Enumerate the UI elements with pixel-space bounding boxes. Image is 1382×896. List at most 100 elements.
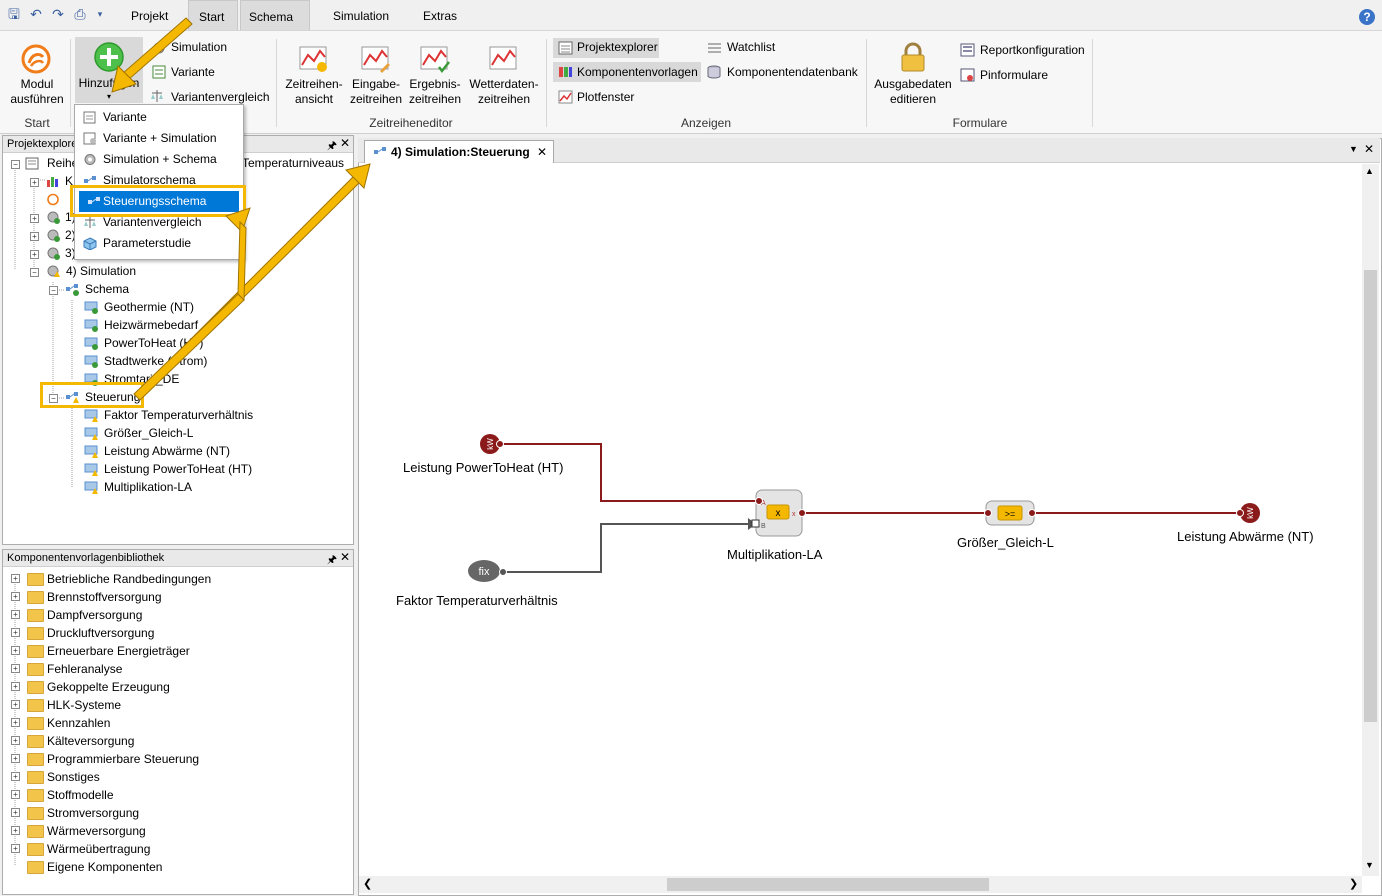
library-item[interactable]: Dampfversorgung [47,606,142,624]
library-item[interactable]: Druckluftversorgung [47,624,154,642]
tree-item-temperaturniveaus[interactable]: Temperaturniveaus [242,154,344,172]
tab-simulation[interactable]: Simulation [323,0,399,30]
dropdown-item-variante-simulation[interactable]: Variante + Simulation [75,128,243,149]
schema-canvas[interactable]: kW fix x A B x >= kW [358,162,1362,876]
tab-start[interactable]: Start [188,0,238,31]
library-item[interactable]: Kälteversorgung [47,732,134,750]
tree-item-schema[interactable]: Schema [85,280,129,298]
komponentendatenbank-toggle[interactable]: Komponentendatenbank [727,65,858,79]
vertical-scrollbar-thumb[interactable] [1364,270,1377,722]
modul-ausfuehren-button[interactable]: Modul ausführen [6,77,68,107]
zeitreihen-ansicht-button[interactable]: Zeitreihen- ansicht [282,77,346,107]
add-variantenvergleich-button[interactable]: Variantenvergleich [171,90,270,104]
library-item[interactable]: Sonstiges [47,768,100,786]
tree-item-4-simulation[interactable]: 4) Simulation [66,262,136,280]
dropdown-item-simulation-schema[interactable]: Simulation + Schema [75,149,243,170]
plotfenster-toggle[interactable]: Plotfenster [577,90,634,104]
horizontal-scrollbar[interactable]: ❮ ❯ [359,876,1362,893]
close-icon[interactable]: ✕ [340,550,350,564]
collapse-toggle[interactable]: − [49,286,58,295]
collapse-toggle[interactable]: − [11,160,20,169]
pin-icon[interactable]: 🖈 [327,551,337,570]
expand-toggle[interactable]: + [11,808,20,817]
tree-item-groesser-gleich[interactable]: Größer_Gleich-L [104,424,193,442]
expand-toggle[interactable]: + [11,790,20,799]
help-icon[interactable]: ? [1359,9,1375,25]
node-faktor[interactable]: fix [468,560,507,582]
tab-schema[interactable]: Schema [240,0,310,31]
expand-toggle[interactable]: + [30,250,39,259]
expand-toggle[interactable]: + [11,700,20,709]
expand-toggle[interactable]: + [11,718,20,727]
tree-item-leistung-pth[interactable]: Leistung PowerToHeat (HT) [104,460,252,478]
expand-toggle[interactable]: + [11,628,20,637]
projektexplorer-toggle[interactable]: Projektexplorer [577,40,658,54]
document-close-icon[interactable]: ✕ [1364,142,1374,156]
ergebnis-zeitreihen-button[interactable]: Ergebnis- zeitreihen [406,77,464,107]
expand-toggle[interactable]: + [11,736,20,745]
library-item[interactable]: Fehleranalyse [47,660,122,678]
horizontal-scrollbar-thumb[interactable] [667,878,989,891]
expand-toggle[interactable]: + [30,214,39,223]
library-item[interactable]: Stoffmodelle [47,786,114,804]
scroll-up-icon[interactable]: ▲ [1365,166,1374,176]
expand-toggle[interactable]: + [30,232,39,241]
tab-extras[interactable]: Extras [413,0,467,30]
library-item[interactable]: Erneuerbare Energieträger [47,642,190,660]
library-item[interactable]: Programmierbare Steuerung [47,750,199,768]
tab-projekt[interactable]: Projekt [121,0,178,30]
ausgabedaten-editieren-button[interactable]: Ausgabedaten editieren [870,77,956,107]
redo-icon[interactable]: ↷ [50,6,66,22]
expand-toggle[interactable]: + [11,646,20,655]
tab-list-chevron-icon[interactable]: ▼ [1349,144,1358,154]
hinzufuegen-chevron-icon[interactable]: ▾ [75,89,143,104]
pinformulare-button[interactable]: Pinformulare [980,68,1048,82]
library-item[interactable]: Kennzahlen [47,714,110,732]
close-icon[interactable]: ✕ [340,136,350,150]
dropdown-item-variante[interactable]: Variante [75,107,243,128]
expand-toggle[interactable]: + [11,754,20,763]
expand-toggle[interactable]: + [11,664,20,673]
reportkonfiguration-button[interactable]: Reportkonfiguration [980,43,1085,57]
tree-item-geothermie[interactable]: Geothermie (NT) [104,298,194,316]
eingabe-zeitreihen-button[interactable]: Eingabe- zeitreihen [346,77,406,107]
node-leistung-abwaerme[interactable]: kW [1236,503,1261,523]
connector-faktor-to-mult[interactable] [503,523,748,573]
library-item[interactable]: HLK-Systeme [47,696,121,714]
undo-icon[interactable]: ↶ [28,6,44,22]
watchlist-toggle[interactable]: Watchlist [727,40,775,54]
expand-toggle[interactable]: + [11,592,20,601]
library-item[interactable]: Betriebliche Randbedingungen [47,570,211,588]
expand-toggle[interactable]: + [11,826,20,835]
library-item[interactable]: Stromversorgung [47,804,139,822]
tree-item-leistung-abwaerme[interactable]: Leistung Abwärme (NT) [104,442,230,460]
node-groesser-gleich[interactable]: >= [984,500,1036,526]
scroll-right-icon[interactable]: ❯ [1349,877,1358,890]
library-item[interactable]: Wärmeversorgung [47,822,146,840]
scroll-left-icon[interactable]: ❮ [363,877,372,890]
vertical-scrollbar[interactable]: ▲ ▼ [1362,164,1379,876]
tab-close-icon[interactable]: ✕ [537,141,547,163]
library-item[interactable]: Brennstoffversorgung [47,588,162,606]
expand-toggle[interactable]: + [11,682,20,691]
expand-toggle[interactable]: + [11,574,20,583]
add-simulation-button[interactable]: Simulation [171,40,227,54]
komponentenvorlagen-toggle[interactable]: Komponentenvorlagen [577,65,698,79]
node-leistung-pth[interactable]: kW [480,434,504,454]
tree-item-stadtwerke[interactable]: Stadtwerke (Strom) [104,352,207,370]
tree-item-multiplikation[interactable]: Multiplikation-LA [104,478,192,496]
dropdown-item-parameterstudie[interactable]: Parameterstudie [75,233,243,254]
document-tab[interactable]: 4) Simulation:Steuerung ✕ [364,140,554,163]
scroll-down-icon[interactable]: ▼ [1365,860,1374,870]
wetterdaten-zeitreihen-button[interactable]: Wetterdaten- zeitreihen [466,77,542,107]
expand-toggle[interactable]: + [11,844,20,853]
collapse-toggle[interactable]: − [30,268,39,277]
library-item[interactable]: Wärmeübertragung [47,840,150,858]
tree-item-powertoheat[interactable]: PowerToHeat (HT) [104,334,203,352]
save-icon[interactable]: 🖫 [6,6,22,22]
expand-toggle[interactable]: + [30,178,39,187]
add-variante-button[interactable]: Variante [171,65,215,79]
expand-toggle[interactable]: + [11,610,20,619]
print-icon[interactable]: ⎙ [72,6,88,22]
node-multiplikation[interactable]: x A B x [751,489,806,537]
